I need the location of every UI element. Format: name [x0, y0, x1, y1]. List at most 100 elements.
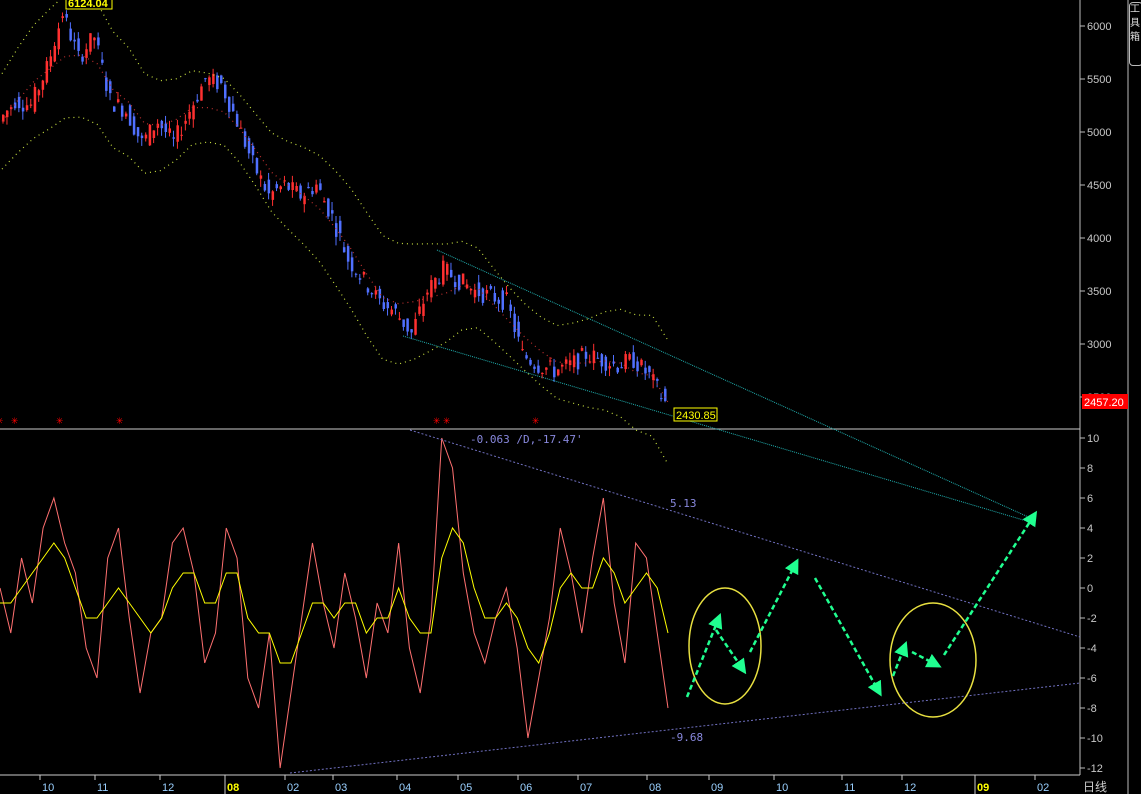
candle-body: [434, 277, 437, 289]
candle-body: [652, 374, 655, 381]
month-label: 08: [649, 782, 661, 794]
candle-body: [469, 288, 473, 291]
candle-body: [307, 186, 310, 189]
chart-canvas[interactable]: 600055005000450040003500300025001086420-…: [0, 0, 1141, 794]
highlight-ellipse: [889, 602, 977, 718]
candle-body: [41, 80, 45, 90]
candle-body: [517, 321, 520, 337]
candle-body: [315, 184, 318, 193]
low-price-label: 2430.85: [676, 410, 716, 422]
candle-body: [362, 271, 366, 275]
y-tick-label: 4500: [1087, 180, 1111, 192]
candle-body: [33, 86, 37, 112]
period-label: 日线: [1083, 780, 1107, 794]
candle-body: [402, 319, 405, 327]
osc-tick-label: -8: [1087, 703, 1097, 715]
candle-body: [263, 183, 267, 191]
candle-body: [208, 77, 211, 86]
candle-body: [608, 366, 612, 369]
candle-body: [5, 110, 9, 118]
month-label: 10: [42, 782, 54, 794]
y-tick-label: 5000: [1087, 127, 1111, 139]
candle-body: [426, 292, 429, 295]
candle-body: [406, 318, 409, 332]
signal-marker: ✳: [56, 413, 63, 427]
candle-body: [327, 198, 330, 217]
candle-body: [553, 366, 556, 378]
candle-body: [69, 28, 72, 41]
month-label: 06: [520, 782, 532, 794]
candle-body: [632, 352, 635, 368]
candle-body: [77, 38, 80, 51]
candle-body: [251, 145, 255, 156]
candle-body: [358, 278, 362, 280]
osc-lower-line: [289, 682, 1081, 774]
candle-body: [576, 353, 580, 370]
candle-body: [648, 366, 651, 373]
month-label: 07: [580, 782, 592, 794]
candle-body: [580, 348, 584, 351]
candle-body: [521, 349, 524, 351]
oscillator-line: [0, 437, 669, 769]
candle-body: [168, 128, 171, 133]
signal-marker: ✳: [0, 413, 3, 427]
candle-body: [628, 354, 631, 360]
bollinger-band: [1, 116, 669, 465]
candle-body: [275, 184, 279, 189]
candle-body: [624, 354, 627, 370]
candle-body: [636, 361, 639, 372]
candle-body: [640, 359, 643, 366]
candle-body: [224, 84, 227, 99]
oscillator-header: -0.063 /D,-17.47': [470, 433, 583, 446]
candle-body: [489, 286, 493, 289]
candle-body: [271, 191, 275, 200]
osc-tick-label: 2: [1087, 553, 1093, 565]
month-label: 12: [162, 782, 174, 794]
candle-body: [243, 131, 247, 147]
candle-body: [588, 361, 592, 363]
candle-body: [73, 39, 76, 42]
candle-body: [461, 273, 465, 285]
candle-body: [311, 191, 314, 195]
trend-arrow: [685, 613, 723, 698]
month-label: 10: [776, 782, 788, 794]
candle-body: [291, 182, 294, 190]
y-tick-label: 3000: [1087, 339, 1111, 351]
candle-body: [132, 116, 136, 135]
candle-body: [493, 292, 497, 302]
toolbox-button[interactable]: 工具箱: [1129, 2, 1141, 66]
candle-body: [57, 28, 60, 50]
candle-body: [604, 356, 608, 371]
candle-body: [45, 61, 49, 83]
candle-body: [600, 354, 604, 367]
candle-body: [549, 360, 552, 362]
candle-body: [97, 37, 100, 46]
candle-body: [592, 350, 596, 364]
candle-body: [350, 257, 354, 272]
osc-tick-label: 10: [1087, 433, 1099, 445]
candle-body: [541, 372, 544, 374]
candle-body: [457, 274, 461, 290]
candle-body: [323, 201, 326, 203]
y-tick-label: 6000: [1087, 21, 1111, 33]
candle-body: [473, 289, 477, 298]
candle-body: [656, 379, 659, 381]
osc-tick-label: 4: [1087, 523, 1093, 535]
candle-body: [148, 124, 152, 146]
candle-body: [497, 299, 501, 304]
candle-body: [422, 303, 425, 316]
month-label: 11: [844, 782, 855, 794]
candle-body: [390, 309, 393, 315]
month-label: 11: [97, 782, 108, 794]
candle-body: [25, 105, 29, 111]
candle-body: [200, 86, 203, 101]
candle-body: [204, 78, 207, 80]
candle-body: [172, 137, 175, 139]
candle-body: [267, 179, 271, 194]
candle-body: [144, 134, 148, 139]
candle-body: [509, 304, 512, 311]
candle-body: [386, 302, 390, 309]
month-label: 05: [460, 782, 472, 794]
candle-body: [394, 304, 397, 309]
candle-body: [414, 318, 417, 335]
